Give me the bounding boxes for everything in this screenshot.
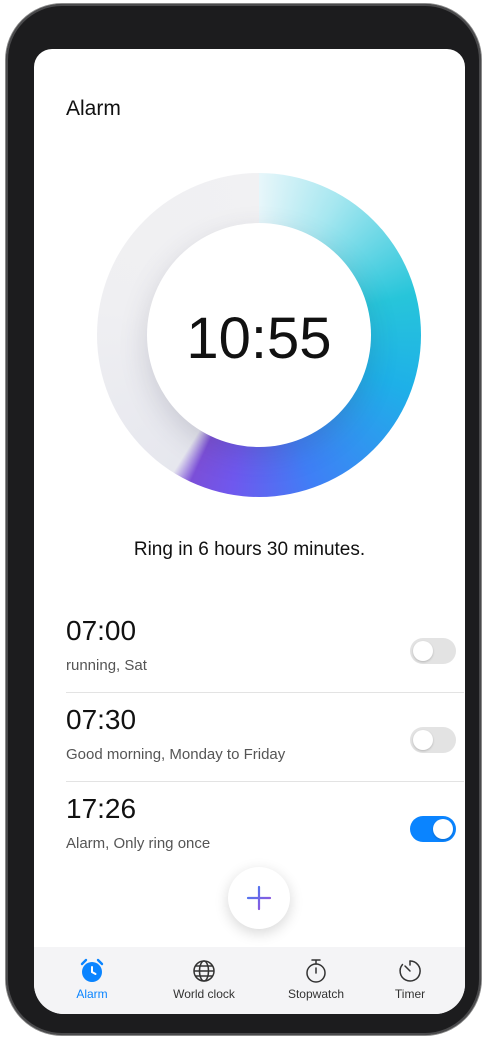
alarm-time: 17:26: [66, 793, 137, 824]
plus-icon: [246, 885, 272, 911]
tab-stopwatch[interactable]: Stopwatch: [266, 953, 366, 1011]
alarm-toggle[interactable]: [410, 727, 456, 753]
toggle-knob: [433, 819, 453, 839]
alarm-label: Alarm, Only ring once: [66, 835, 211, 852]
globe-icon: [193, 960, 215, 982]
alarm-item[interactable]: 07:00 running, Sat: [66, 605, 464, 693]
alarm-time: 07:00: [66, 615, 137, 646]
dial-center: 10:55: [147, 223, 371, 447]
alarm-toggle[interactable]: [410, 816, 456, 842]
screen: Alarm 10:55 Ring in 6 hours 30 minutes. …: [34, 49, 465, 1014]
alarm-time: 07:30: [66, 704, 137, 735]
page-title: Alarm: [66, 97, 121, 120]
alarm-label: running, Sat: [66, 657, 147, 674]
ring-countdown-text: Ring in 6 hours 30 minutes.: [133, 539, 366, 560]
bottom-tab-bar: Alarm World clock Stopwatch Timer: [34, 947, 465, 1014]
toggle-knob: [413, 730, 433, 750]
stopwatch-icon: [306, 959, 326, 983]
tab-label: Stopwatch: [287, 987, 345, 1001]
divider: [66, 781, 464, 782]
phone-frame: Alarm 10:55 Ring in 6 hours 30 minutes. …: [6, 4, 481, 1035]
alarm-label: Good morning, Monday to Friday: [66, 746, 286, 763]
tab-label: World clock: [173, 987, 235, 1001]
dial-time: 10:55: [186, 306, 332, 371]
tab-world-clock[interactable]: World clock: [154, 953, 254, 1011]
divider: [66, 692, 464, 693]
add-alarm-button[interactable]: [228, 867, 290, 929]
timer-icon: [399, 960, 421, 982]
tab-label: Timer: [394, 987, 426, 1001]
tab-alarm[interactable]: Alarm: [42, 953, 142, 1011]
alarm-toggle[interactable]: [410, 638, 456, 664]
tab-timer[interactable]: Timer: [360, 953, 460, 1011]
alarm-item[interactable]: 07:30 Good morning, Monday to Friday: [66, 694, 464, 782]
alarm-dial: 10:55: [97, 173, 421, 497]
tab-label: Alarm: [76, 987, 108, 1001]
toggle-knob: [413, 641, 433, 661]
alarm-item[interactable]: 17:26 Alarm, Only ring once: [66, 783, 464, 871]
alarm-clock-icon: [80, 958, 104, 982]
